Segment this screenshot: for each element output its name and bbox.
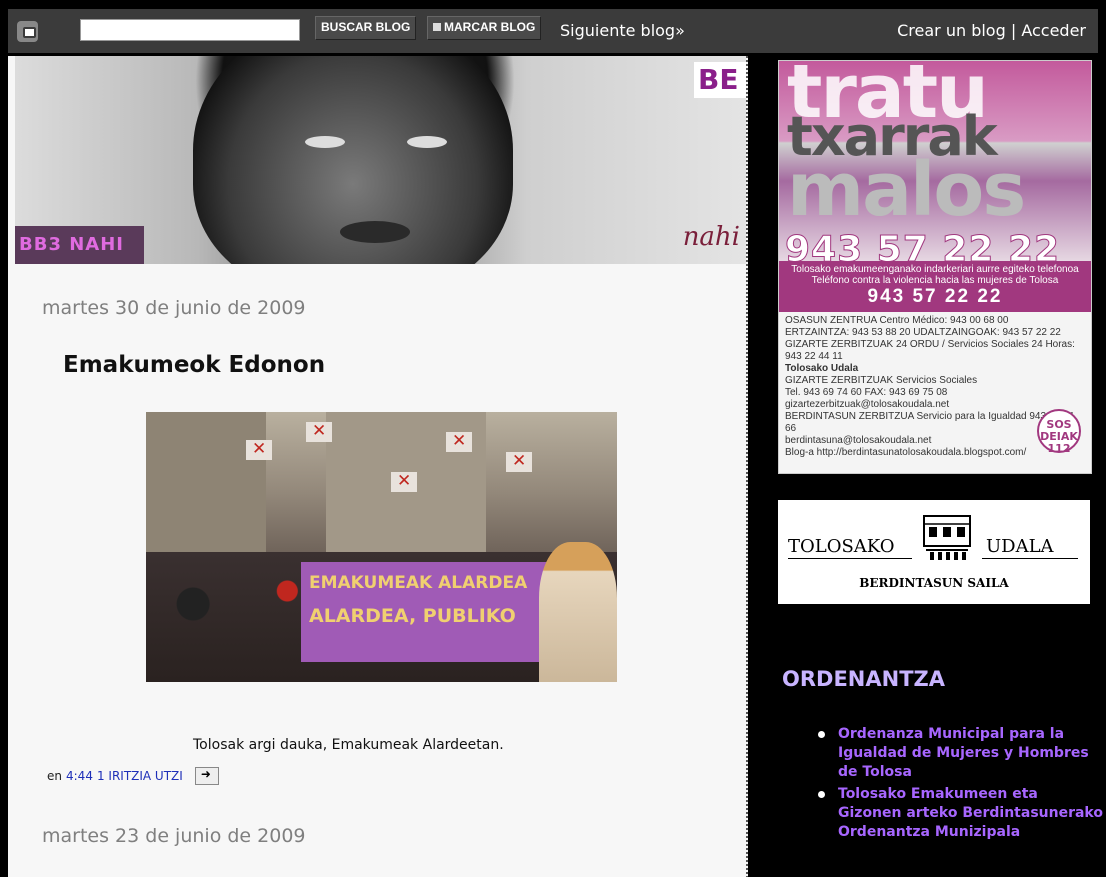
mark-blog-label: MARCAR BLOG — [444, 20, 536, 34]
post-date: martes 30 de junio de 2009 — [42, 297, 306, 319]
poster-info-line: OSASUN ZENTRUA Centro Médico: 943 00 68 … — [785, 315, 1009, 326]
header-eye-left — [305, 136, 345, 148]
town-hall-icon — [923, 515, 971, 560]
header-eye-right — [407, 136, 447, 148]
logo-rule-right — [982, 558, 1078, 559]
post-date: martes 23 de junio de 2009 — [42, 825, 306, 847]
poster-phone: 943 57 22 22 — [867, 286, 1003, 307]
header-mouth — [340, 221, 410, 243]
image-person — [539, 542, 617, 682]
image-flag — [306, 421, 332, 442]
post-timestamp-link[interactable]: 4:44 — [66, 769, 93, 783]
navbar-bar: BUSCAR BLOG MARCAR BLOG Siguiente blog» … — [8, 9, 1098, 53]
logo-rule-left — [788, 558, 912, 559]
column-divider — [746, 56, 748, 877]
poster-info-line: Tolosako Udala — [785, 363, 859, 374]
banner-line-1: EMAKUMEAK ALARDEA — [309, 573, 528, 593]
create-blog-login-links[interactable]: Crear un blog | Acceder — [897, 21, 1086, 40]
poster-info-line: Blog-a http://berdintasunatolosakoudala.… — [785, 447, 1027, 458]
header-script-text: nahi — [682, 222, 740, 252]
post-footer: en 4:44 1 IRITZIA UTZI — [47, 767, 219, 785]
poster-info-line: GIZARTE ZERBITZUAK 24 ORDU / Servicios S… — [785, 339, 1075, 362]
mark-blog-button[interactable]: MARCAR BLOG — [427, 16, 542, 40]
post-caption: Tolosak argi dauka, Emakumeak Alardeetan… — [193, 737, 504, 753]
sidebar-link-ordenantza[interactable]: Tolosako Emakumeen eta Gizonen arteko Be… — [838, 786, 1103, 840]
header-top-right-text: BE — [694, 62, 746, 98]
sidebar: tratu txarrak malos 943 57 22 22 Tolosak… — [758, 56, 1106, 877]
poster-top: tratu txarrak malos 943 57 22 22 — [779, 61, 1091, 271]
header-corner-logo: BB3 NAHI — [15, 226, 144, 264]
flag-icon — [433, 23, 441, 31]
main-column: BB3 NAHI BE nahi martes 30 de junio de 2… — [8, 56, 748, 877]
image-building-left — [146, 412, 266, 562]
sos-badge: SOS DEIAK 112 — [1037, 409, 1081, 455]
poster-info-line: Tel. 943 69 74 60 FAX: 943 69 75 08 — [785, 387, 948, 398]
post-image[interactable]: EMAKUMEAK ALARDEA ALARDEA, PUBLIKO — [146, 412, 617, 682]
logo-left-text: TOLOSAKO — [788, 536, 895, 557]
poster-phone-big: 943 57 22 22 — [784, 229, 1061, 271]
sidebar-link-list: Ordenanza Municipal para la Igualdad de … — [816, 725, 1106, 845]
banner-line-2: ALARDEA, PUBLIKO — [309, 605, 516, 627]
tolosa-council-logo[interactable]: TOLOSAKO UDALA BERDINTASUN SAILA — [778, 500, 1090, 604]
sidebar-link-ordenanza[interactable]: Ordenanza Municipal para la Igualdad de … — [838, 726, 1089, 780]
sidebar-section-title: ORDENANTZA — [782, 667, 946, 691]
poster-word-3: malos — [787, 147, 1026, 233]
list-item: Tolosako Emakumeen eta Gizonen arteko Be… — [816, 785, 1106, 842]
blog-header-image[interactable]: BB3 NAHI BE nahi — [15, 56, 746, 264]
post-title[interactable]: Emakumeok Edonon — [63, 352, 325, 378]
post-footer-prefix: en — [47, 769, 62, 783]
poster-info-line: gizartezerbitzuak@tolosakoudala.net — [785, 399, 950, 410]
next-blog-link[interactable]: Siguiente blog» — [560, 21, 685, 40]
email-post-icon[interactable] — [194, 767, 219, 785]
logo-right-text: UDALA — [986, 536, 1054, 557]
image-protest-banner: EMAKUMEAK ALARDEA ALARDEA, PUBLIKO — [301, 562, 551, 662]
list-item: Ordenanza Municipal para la Igualdad de … — [816, 725, 1106, 782]
image-flag — [391, 471, 417, 492]
search-blog-button[interactable]: BUSCAR BLOG — [315, 16, 417, 40]
image-flag — [246, 439, 272, 460]
poster-info-line: ERTZAINTZA: 943 53 88 20 UDALTZAINGOAK: … — [785, 327, 1061, 338]
logo-subtitle: BERDINTASUN SAILA — [859, 576, 1009, 590]
poster-info-line: GIZARTE ZERBITZUAK Servicios Sociales — [785, 375, 978, 386]
image-flag — [446, 431, 472, 452]
blogger-navbar: BUSCAR BLOG MARCAR BLOG Siguiente blog» … — [0, 0, 1106, 62]
search-input[interactable] — [80, 19, 300, 41]
image-flag — [506, 451, 532, 472]
post-comments-link[interactable]: 1 IRITZIA UTZI — [97, 769, 183, 783]
poster-band-sub: Teléfono contra la violencia hacia las m… — [811, 275, 1059, 286]
helpline-poster[interactable]: tratu txarrak malos 943 57 22 22 Tolosak… — [778, 60, 1092, 474]
blogger-logo-icon[interactable] — [17, 21, 38, 42]
